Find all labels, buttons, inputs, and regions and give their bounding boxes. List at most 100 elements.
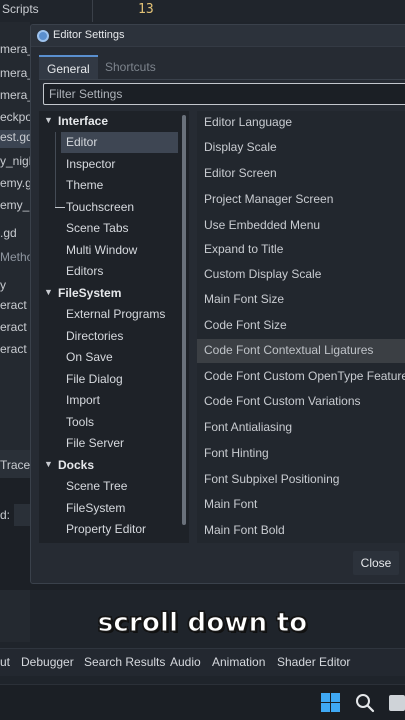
property-row[interactable]: Code Font Custom Variations xyxy=(197,390,405,412)
tree-category-filesystem[interactable]: ▼ FileSystem xyxy=(39,283,179,304)
property-row[interactable]: Display Scale xyxy=(197,136,405,158)
method-list-item[interactable]: eract xyxy=(0,298,30,312)
tree-item-file-server[interactable]: File Server xyxy=(39,433,179,454)
property-row[interactable]: Main Font Size xyxy=(197,288,405,310)
bottom-tab-shader-editor[interactable]: Shader Editor xyxy=(277,655,350,669)
tree-item-editors[interactable]: Editors xyxy=(39,261,179,282)
tree-category-interface[interactable]: ▼ Interface xyxy=(39,111,179,132)
tree-item-theme[interactable]: Theme xyxy=(39,175,179,196)
settings-category-tree: ▼ Interface Editor Inspector Theme Touch… xyxy=(39,111,189,543)
method-list-item[interactable]: y xyxy=(0,278,30,292)
tree-item-docks-filesystem[interactable]: FileSystem xyxy=(39,498,179,519)
tree-item-import[interactable]: Import xyxy=(39,390,179,411)
filter-settings-field[interactable] xyxy=(43,83,405,105)
tree-item-touchscreen[interactable]: Touchscreen xyxy=(39,197,179,218)
tree-item-on-save[interactable]: On Save xyxy=(39,347,179,368)
bottom-tab-animation[interactable]: Animation xyxy=(212,655,265,669)
bottom-tab-debugger[interactable]: Debugger xyxy=(21,655,74,669)
property-row[interactable]: Font Antialiasing xyxy=(197,416,405,438)
script-list-item[interactable]: y_nigh xyxy=(0,154,30,168)
tree-label: FileSystem xyxy=(66,501,126,515)
script-list-item[interactable]: mera_ xyxy=(0,66,30,80)
script-list-item[interactable]: emy.g xyxy=(0,176,30,190)
editor-settings-dialog: Editor Settings General Shortcuts ▼ Inte… xyxy=(30,24,405,584)
bottom-tab-output[interactable]: ut xyxy=(0,655,10,669)
search-icon[interactable] xyxy=(355,692,375,714)
os-taskbar xyxy=(0,684,405,720)
tree-label: Touchscreen xyxy=(66,200,135,214)
dialog-title: Editor Settings xyxy=(53,29,125,41)
screen: Scripts 13 mera_ mera_ mera_ eckpo est.g… xyxy=(0,0,405,720)
chevron-down-icon[interactable]: ▼ xyxy=(44,288,53,297)
tree-label: File Server xyxy=(66,436,125,450)
d-field[interactable] xyxy=(14,504,30,526)
settings-properties-list: Editor Language Display Scale Editor Scr… xyxy=(197,111,405,543)
windows-start-icon[interactable] xyxy=(321,693,340,712)
tree-item-scene-tree[interactable]: Scene Tree xyxy=(39,476,179,497)
tree-item-multi-window[interactable]: Multi Window xyxy=(39,240,179,261)
trace-label: Trace xyxy=(0,458,30,472)
property-row[interactable]: Code Font Size xyxy=(197,314,405,336)
tree-label: File Dialog xyxy=(66,372,123,386)
tree-label: Interface xyxy=(58,114,109,128)
godot-icon xyxy=(37,30,49,42)
dialog-titlebar[interactable]: Editor Settings xyxy=(31,25,405,47)
tree-label: Editors xyxy=(66,264,104,278)
bottom-tab-search-results[interactable]: Search Results xyxy=(84,655,165,669)
tree-label: On Save xyxy=(66,350,113,364)
tree-item-directories[interactable]: Directories xyxy=(39,326,179,347)
property-row[interactable]: Code Font Custom OpenType Features xyxy=(197,365,405,387)
tree-item-scene-tabs[interactable]: Scene Tabs xyxy=(39,218,179,239)
tree-label: Editor xyxy=(66,135,98,149)
tree-label: External Programs xyxy=(66,307,166,321)
bottom-panel-tabs: ut Debugger Search Results Audio Animati… xyxy=(0,648,405,676)
tree-scrollbar-thumb[interactable] xyxy=(182,115,186,525)
tree-label: Multi Window xyxy=(66,243,138,257)
tree-item-tools[interactable]: Tools xyxy=(39,412,179,433)
property-row[interactable]: Expand to Title xyxy=(197,238,405,260)
close-button[interactable]: Close xyxy=(353,551,399,575)
tree-item-inspector[interactable]: Inspector xyxy=(39,154,179,175)
script-list-item[interactable]: mera_ xyxy=(0,88,30,102)
filter-settings-input[interactable] xyxy=(44,84,405,104)
script-list-item[interactable]: emy_ xyxy=(0,198,30,212)
property-row[interactable]: Font Hinting xyxy=(197,442,405,464)
d-label: d: xyxy=(0,508,11,522)
script-list-item[interactable]: mera_ xyxy=(0,42,30,56)
tree-item-property-editor[interactable]: Property Editor xyxy=(39,519,179,540)
method-list-item[interactable]: eract xyxy=(0,342,30,356)
tree-category-docks[interactable]: ▼ Docks xyxy=(39,455,179,476)
tree-label: FileSystem xyxy=(58,286,122,300)
task-view-icon[interactable] xyxy=(389,695,405,711)
script-list-item-selected[interactable]: est.gd xyxy=(0,130,30,148)
property-row[interactable]: Use Embedded Menu xyxy=(197,214,405,236)
tree-label: Scene Tabs xyxy=(66,221,129,235)
script-list-item[interactable]: .gd xyxy=(0,226,30,240)
property-row[interactable]: Main Font Bold xyxy=(197,519,405,541)
tab-general[interactable]: General xyxy=(39,55,98,79)
tree-label: Docks xyxy=(58,458,95,472)
tree-item-editor[interactable]: Editor xyxy=(61,132,178,153)
property-row[interactable]: Main Font xyxy=(197,493,405,515)
property-row[interactable]: Editor Screen xyxy=(197,162,405,184)
script-list-item[interactable]: eckpo xyxy=(0,110,30,124)
tree-item-file-dialog[interactable]: File Dialog xyxy=(39,369,179,390)
tab-shortcuts[interactable]: Shortcuts xyxy=(97,55,164,79)
chevron-down-icon[interactable]: ▼ xyxy=(44,116,53,125)
property-row[interactable]: Editor Language xyxy=(197,111,405,133)
tree-label: Property Editor xyxy=(66,522,147,536)
chevron-down-icon[interactable]: ▼ xyxy=(44,460,53,469)
tree-item-external-programs[interactable]: External Programs xyxy=(39,304,179,325)
property-row[interactable]: Font Subpixel Positioning xyxy=(197,468,405,490)
tree-label: Import xyxy=(66,393,101,407)
property-row-highlighted[interactable]: Code Font Contextual Ligatures xyxy=(197,339,405,363)
bottom-tab-audio[interactable]: Audio xyxy=(170,655,201,669)
tree-label: Directories xyxy=(66,329,124,343)
property-row[interactable]: Custom Display Scale xyxy=(197,263,405,285)
header-divider xyxy=(92,0,93,22)
method-list-item[interactable]: eract xyxy=(0,320,30,334)
tree-label: Scene Tree xyxy=(66,479,128,493)
tree-scrollbar[interactable] xyxy=(181,111,187,543)
property-row[interactable]: Project Manager Screen xyxy=(197,188,405,210)
tab-divider xyxy=(39,79,405,80)
